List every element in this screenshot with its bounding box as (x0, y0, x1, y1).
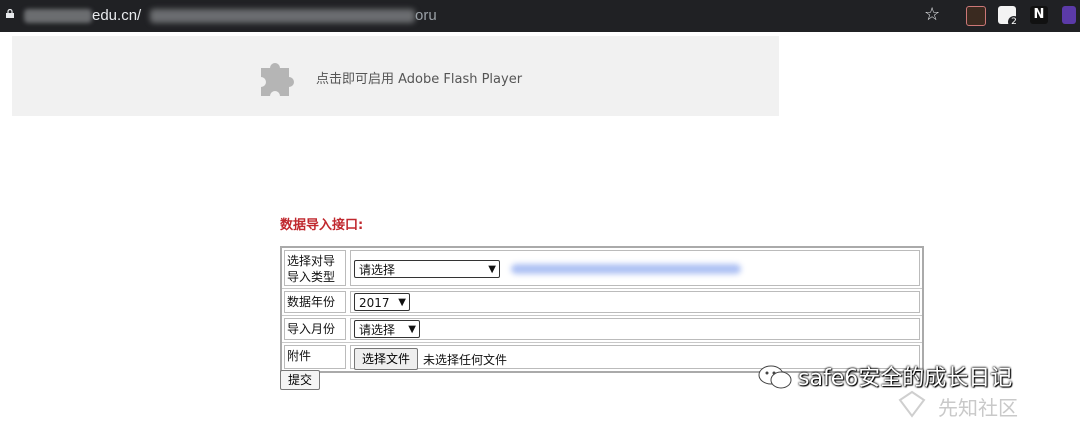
choose-file-button[interactable]: 选择文件 (354, 348, 418, 370)
chevron-down-icon: ▼ (398, 297, 406, 308)
field-value-cell: 请选择 ▼ (350, 250, 920, 286)
extension-icon[interactable] (966, 6, 986, 26)
browser-toolbar: edu.cn/ oru ☆ 2 N (0, 0, 1080, 32)
field-value-cell: 2017 ▼ (350, 291, 920, 313)
bookmark-star-icon[interactable]: ☆ (924, 4, 940, 25)
month-select[interactable]: 请选择 ▼ (354, 320, 420, 338)
import-form-table: 选择对导导入类型 请选择 ▼ 数据年份 2017 ▼ 导入月份 请选择 ▼ 附件 选择… (280, 246, 924, 373)
table-row: 数据年份 2017 ▼ (282, 288, 922, 315)
chevron-down-icon: ▼ (408, 324, 416, 335)
notion-extension-icon[interactable]: N (1030, 6, 1048, 24)
lock-icon (6, 9, 14, 18)
watermark-subtext: 先知社区 (938, 396, 1018, 420)
address-bar-url-tail[interactable]: oru (415, 7, 437, 24)
file-status-text: 未选择任何文件 (423, 353, 508, 367)
flash-placeholder[interactable]: 点击即可启用 Adobe Flash Player (12, 36, 779, 116)
submit-button[interactable]: 提交 (280, 370, 320, 390)
field-label: 选择对导导入类型 (284, 250, 346, 286)
import-type-select[interactable]: 请选择 ▼ (354, 260, 500, 278)
field-label: 附件 (284, 345, 346, 369)
xianzhi-logo-icon (898, 390, 926, 418)
extension-icon[interactable] (1062, 6, 1076, 24)
url-redacted (150, 9, 415, 23)
watermark-text: safe6安全的成长日记 (798, 366, 1013, 391)
field-value-cell: 请选择 ▼ (350, 318, 920, 340)
chevron-down-icon: ▼ (488, 264, 496, 275)
table-row: 导入月份 请选择 ▼ (282, 315, 922, 342)
url-redacted (24, 9, 92, 23)
address-bar-url[interactable]: edu.cn/ (92, 7, 141, 24)
wechat-icon (758, 365, 792, 389)
plugin-puzzle-icon (261, 63, 294, 96)
year-select[interactable]: 2017 ▼ (354, 293, 410, 311)
field-label: 导入月份 (284, 318, 346, 340)
form-title: 数据导入接口: (280, 218, 364, 233)
extension-icon[interactable]: 2 (998, 6, 1020, 28)
table-row: 选择对导导入类型 请选择 ▼ (282, 248, 922, 288)
redacted-text (511, 264, 741, 274)
field-label: 数据年份 (284, 291, 346, 313)
flash-enable-text: 点击即可启用 Adobe Flash Player (316, 72, 523, 87)
